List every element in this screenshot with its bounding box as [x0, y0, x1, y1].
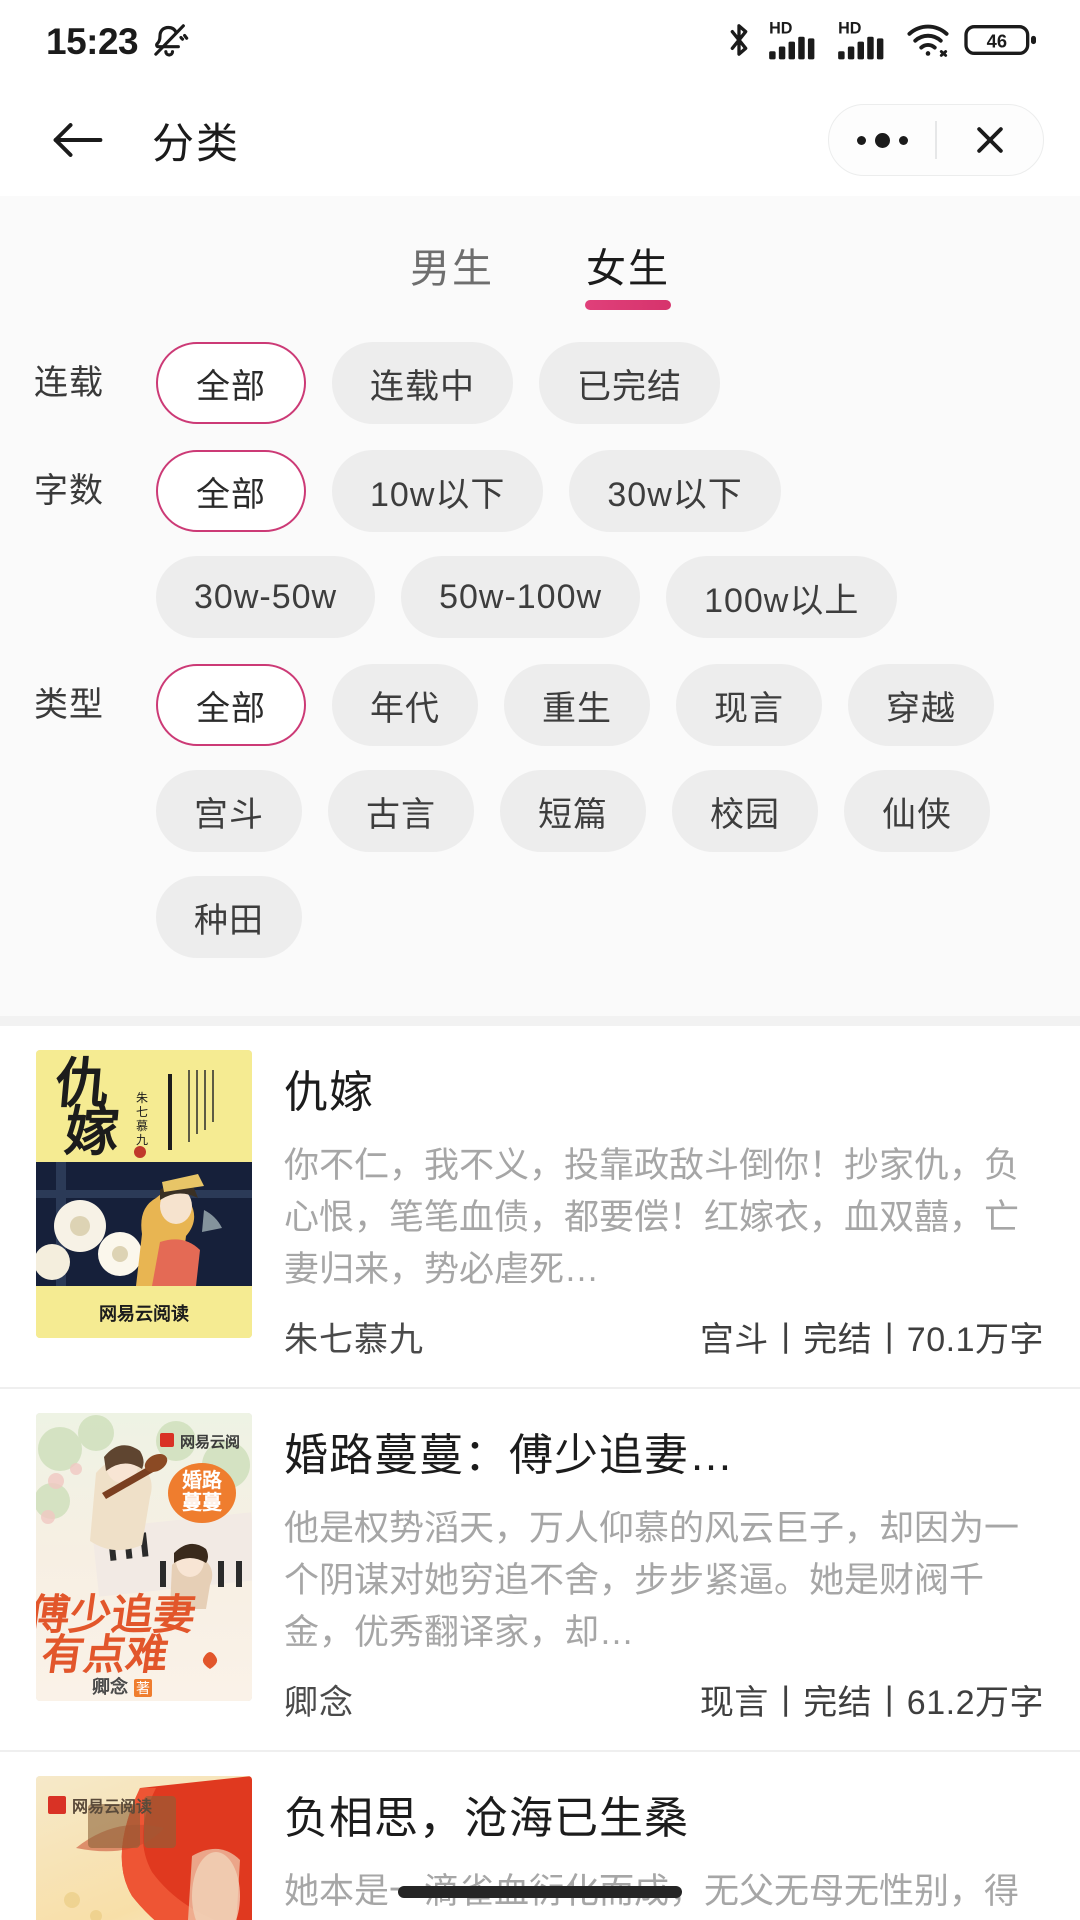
gender-tab-female[interactable]: 女生 — [586, 236, 670, 310]
filter-chips-genre-row3-wrap: 种田 — [0, 876, 1080, 958]
page-title: 分类 — [152, 119, 241, 167]
chip-genre-xiaoyuan[interactable]: 校园 — [672, 770, 818, 852]
filter-chips-serialization: 全部 连载中 已完结 — [156, 342, 1080, 424]
status-bar-left: 15:23 — [46, 20, 190, 65]
filter-chips-genre-row2-wrap: 宫斗 古言 短篇 校园 仙侠 — [0, 770, 1080, 852]
close-x-icon — [977, 127, 1003, 153]
svg-text:网易云阅读: 网易云阅读 — [72, 1797, 152, 1816]
cover-publisher-label: 网易云阅读 — [99, 1303, 189, 1324]
svg-text:著: 著 — [136, 1680, 150, 1696]
filter-panel: 男生 女生 连载 全部 连载中 已完结 字数 全部 10w以下 30w以下 30… — [0, 196, 1080, 1016]
filter-group-genre: 类型 全部 年代 重生 现言 穿越 — [0, 664, 1080, 746]
more-button[interactable] — [829, 105, 935, 175]
back-arrow-icon — [53, 123, 103, 157]
chip-genre-zhongtian[interactable]: 种田 — [156, 876, 302, 958]
chip-genre-gongdou[interactable]: 宫斗 — [156, 770, 302, 852]
filter-label-serialization: 连载 — [34, 364, 104, 402]
filter-label-genre: 类型 — [34, 686, 104, 724]
filter-group-wordcount: 字数 全部 10w以下 30w以下 — [0, 450, 1080, 532]
book-info: 婚路蔓蔓：傅少追妻… 他是权势滔天，万人仰慕的风云巨子，却因为一个阴谋对她穷追不… — [252, 1413, 1044, 1750]
book-cover-chou-jia[interactable]: 仇 嫁 朱 七 慕 九 网易云阅读 — [36, 1050, 252, 1338]
svg-text:蔓蔓: 蔓蔓 — [182, 1491, 223, 1514]
book-cover-fu-xiang-si[interactable]: 网易云阅读 负相思 沧海 已生桑 FUXIANGSI CANGHAI YISHE… — [36, 1776, 252, 1920]
svg-text:七: 七 — [136, 1105, 148, 1119]
chip-genre-guyan[interactable]: 古言 — [328, 770, 474, 852]
chip-genre-chongsheng[interactable]: 重生 — [504, 664, 650, 746]
filter-chips-genre: 全部 年代 重生 现言 穿越 — [156, 664, 1080, 746]
book-title: 仇嫁 — [284, 1068, 374, 1117]
filter-chips-wordcount: 全部 10w以下 30w以下 — [156, 450, 1080, 532]
book-list: 仇 嫁 朱 七 慕 九 网易云阅读 仇嫁 你不仁，我不义，投靠政敌斗倒你！抄家仇… — [0, 1026, 1080, 1920]
gender-tab-male[interactable]: 男生 — [410, 236, 494, 310]
status-bar-right: HD HD 46 — [724, 19, 1038, 66]
svg-text:HD: HD — [838, 19, 861, 37]
status-time: 15:23 — [46, 21, 139, 62]
book-tags: 宫斗丨完结丨70.1万字 — [699, 1321, 1044, 1359]
book-description: 他是权势滔天，万人仰慕的风云巨子，却因为一个阴谋对她穷追不舍，步步紧逼。她是财阀… — [284, 1509, 1020, 1652]
filter-chips-wordcount-row2: 30w-50w 50w-100w 100w以上 — [156, 556, 1080, 638]
app-screen: 15:23 HD HD 46 分类 男生 女生 连载 全部 连载中 已完结 字数… — [0, 0, 1080, 1920]
chip-genre-xianyan[interactable]: 现言 — [676, 664, 822, 746]
filter-chips-wordcount-row2-wrap: 30w-50w 50w-100w 100w以上 — [0, 556, 1080, 638]
close-button[interactable] — [937, 105, 1043, 175]
mini-program-capsule — [828, 104, 1044, 176]
chip-wordcount-50w-100w[interactable]: 50w-100w — [401, 556, 641, 638]
book-meta-row: 朱七慕九 宫斗丨完结丨70.1万字 — [284, 1296, 1044, 1387]
chip-wordcount-30w-50w[interactable]: 30w-50w — [156, 556, 376, 638]
filter-chips-genre-row3: 种田 — [156, 876, 1080, 958]
gender-tab-bar: 男生 女生 — [0, 214, 1080, 324]
chip-serialization-completed[interactable]: 已完结 — [539, 342, 720, 424]
book-list-item[interactable]: 仇 嫁 朱 七 慕 九 网易云阅读 仇嫁 你不仁，我不义，投靠政敌斗倒你！抄家仇… — [0, 1026, 1080, 1389]
filter-chips-genre-row2: 宫斗 古言 短篇 校园 仙侠 — [156, 770, 1080, 852]
filter-label-wordcount: 字数 — [34, 472, 104, 510]
book-tags: 现言丨完结丨61.2万字 — [699, 1684, 1044, 1722]
svg-text:婚路: 婚路 — [182, 1468, 223, 1492]
chip-wordcount-under-10w[interactable]: 10w以下 — [332, 450, 544, 532]
battery-level-text: 46 — [987, 30, 1007, 51]
book-cover-hun-lu-man-man[interactable]: 网易云阅 婚路 蔓蔓 傅少追妻 有点难 卿念 著 — [36, 1413, 252, 1701]
chip-wordcount-over-100w[interactable]: 100w以上 — [666, 556, 898, 638]
hd-signal-icon-1: HD — [767, 19, 823, 66]
section-divider — [0, 1016, 1080, 1026]
svg-text:有点难: 有点难 — [39, 1631, 172, 1678]
svg-text:HD: HD — [769, 19, 792, 37]
chip-wordcount-all[interactable]: 全部 — [156, 450, 306, 532]
more-dots-icon — [856, 132, 908, 148]
chip-genre-chuanyue[interactable]: 穿越 — [848, 664, 994, 746]
status-bar: 15:23 HD HD 46 — [0, 0, 1080, 84]
book-description: 你不仁，我不义，投靠政敌斗倒你！抄家仇，负心恨，笔笔血债，都要偿！红嫁衣，血双囍… — [284, 1146, 1020, 1289]
book-title: 婚路蔓蔓：傅少追妻… — [284, 1431, 734, 1480]
bluetooth-icon — [724, 20, 754, 65]
cover-author-label: 卿念 — [92, 1676, 128, 1697]
filter-group-serialization: 连载 全部 连载中 已完结 — [0, 342, 1080, 424]
hd-signal-icon-2: HD — [836, 19, 892, 66]
chip-serialization-all[interactable]: 全部 — [156, 342, 306, 424]
chip-genre-duanpian[interactable]: 短篇 — [500, 770, 646, 852]
book-author: 朱七慕九 — [284, 1321, 424, 1359]
battery-icon: 46 — [964, 20, 1038, 65]
chip-genre-all[interactable]: 全部 — [156, 664, 306, 746]
svg-text:朱: 朱 — [136, 1091, 148, 1105]
svg-text:网易云阅: 网易云阅 — [180, 1433, 240, 1451]
book-author: 卿念 — [284, 1684, 354, 1722]
book-meta-row: 卿念 现言丨完结丨61.2万字 — [284, 1659, 1044, 1750]
svg-text:慕: 慕 — [136, 1119, 148, 1133]
book-list-item[interactable]: 网易云阅 婚路 蔓蔓 傅少追妻 有点难 卿念 著 婚路蔓蔓：傅少追妻… 他是权势… — [0, 1389, 1080, 1752]
svg-text:九: 九 — [136, 1133, 148, 1147]
svg-text:嫁: 嫁 — [62, 1102, 121, 1162]
chip-wordcount-under-30w[interactable]: 30w以下 — [569, 450, 781, 532]
home-indicator[interactable] — [398, 1886, 682, 1898]
back-button[interactable] — [46, 108, 110, 172]
wifi-icon — [905, 20, 951, 65]
chip-serialization-ongoing[interactable]: 连载中 — [332, 342, 513, 424]
book-info: 负相思，沧海已生桑 她本是一滴雀血衍化而成，无父无母无性别，得他眷顾，安静相伴。… — [252, 1776, 1044, 1920]
chip-genre-niandai[interactable]: 年代 — [332, 664, 478, 746]
book-info: 仇嫁 你不仁，我不义，投靠政敌斗倒你！抄家仇，负心恨，笔笔血债，都要偿！红嫁衣，… — [252, 1050, 1044, 1387]
chip-genre-xianxia[interactable]: 仙侠 — [844, 770, 990, 852]
book-title: 负相思，沧海已生桑 — [284, 1794, 689, 1843]
mute-bell-icon — [150, 20, 190, 65]
title-bar: 分类 — [0, 84, 1080, 196]
